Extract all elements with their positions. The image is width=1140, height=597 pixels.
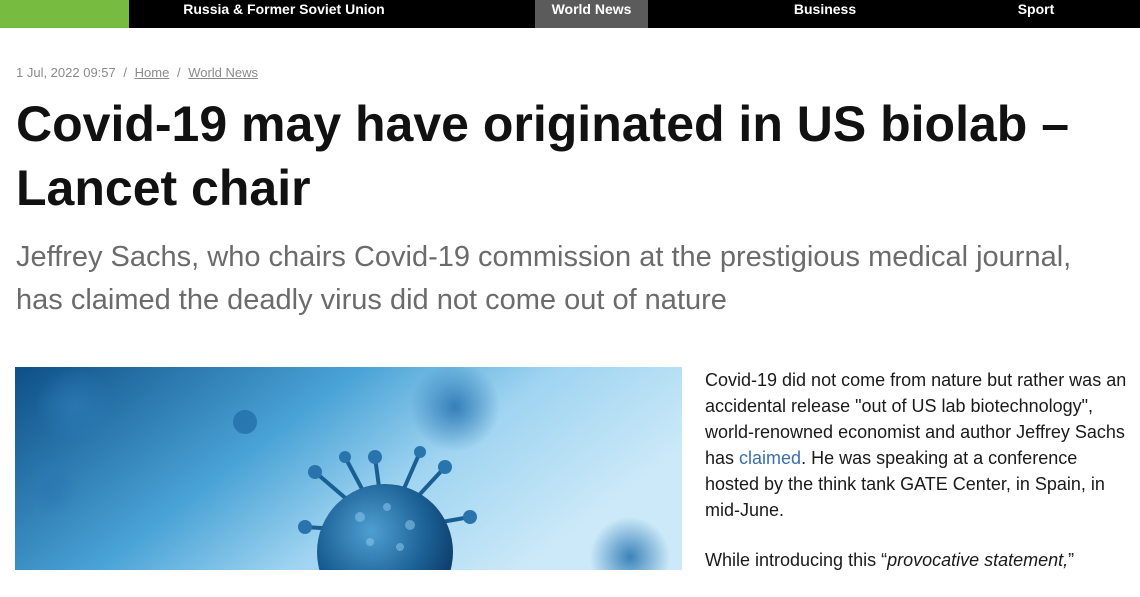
quote-emphasis: provocative statement, <box>887 550 1069 570</box>
nav-item-world-news[interactable]: World News <box>535 0 648 28</box>
nav-item-sport[interactable]: Sport <box>985 0 1087 28</box>
breadcrumb: 1 Jul, 2022 09:57 / Home / World News <box>16 65 258 80</box>
virus-illustration <box>15 367 682 570</box>
top-navigation: Russia & Former Soviet Union World News … <box>0 0 1140 28</box>
nav-accent-block[interactable] <box>0 0 129 28</box>
article-body: Covid-19 did not come from nature but ra… <box>705 367 1130 597</box>
breadcrumb-separator: / <box>176 65 181 80</box>
breadcrumb-home-link[interactable]: Home <box>135 65 170 80</box>
paragraph-text: While introducing this “ <box>705 550 888 570</box>
nav-item-russia[interactable]: Russia & Former Soviet Union <box>150 0 418 28</box>
article-summary: Jeffrey Sachs, who chairs Covid-19 commi… <box>16 241 1072 316</box>
paragraph-text: ” <box>1068 550 1075 570</box>
nav-item-business[interactable]: Business <box>770 0 880 28</box>
breadcrumb-section-link[interactable]: World News <box>188 65 258 80</box>
article-title: Covid-19 may have originated in US biola… <box>16 96 1070 216</box>
claimed-link[interactable]: claimed <box>739 448 801 468</box>
breadcrumb-separator: / <box>123 65 127 80</box>
article-paragraph: Covid-19 did not come from nature but ra… <box>705 367 1130 523</box>
article-paragraph: While introducing this “provocative stat… <box>705 547 1130 573</box>
hero-image <box>15 367 682 570</box>
publish-date: 1 Jul, 2022 09:57 <box>16 65 116 80</box>
